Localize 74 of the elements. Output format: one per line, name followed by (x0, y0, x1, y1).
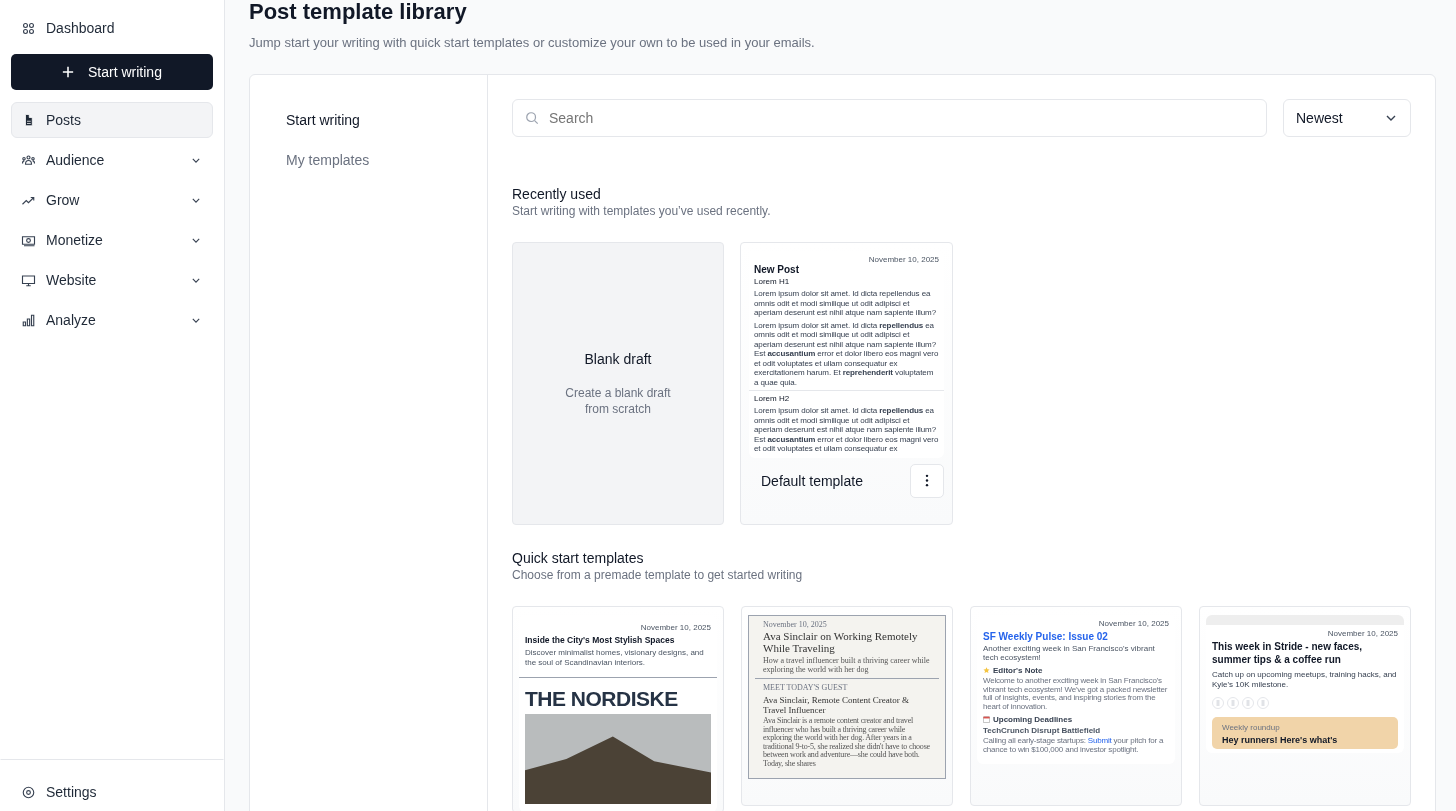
grid-icon (21, 20, 36, 36)
plus-icon (62, 66, 75, 78)
social-icon (1242, 697, 1254, 709)
preview-heading: Lorem H1 (754, 277, 791, 286)
preview-heading: Hey runners! Here's what's (1222, 735, 1339, 745)
preview-subtitle: Catch up on upcoming meetups, training hacks, and Kyle's 10K milestone. (1212, 670, 1398, 689)
preview-date: November 10, 2025 (867, 255, 939, 264)
chevron-icon (1386, 115, 1396, 121)
preview-paragraph: Ava Sinclair is a remote content creator and travel influencer who has built a thriving career while exploring the world with her dog. After years in a traditional 9-to-5, she realized she didn't have to choose between work and adventure—she could have both. Today, she shares (762, 717, 931, 768)
section-description: Choose from a premade template to get started writing (512, 568, 804, 582)
preview-title: New Post (754, 264, 800, 275)
star-icon (983, 667, 990, 674)
settings-icon (21, 784, 36, 800)
settings-link[interactable]: Settings (0, 759, 224, 811)
nav-item[interactable]: Monetize (11, 222, 213, 258)
preview-subtitle: Discover minimalist homes, visionary designs, and the soul of Scandinavian interiors. (525, 648, 705, 667)
preview-banner-title: THE NORDISKE (525, 686, 678, 712)
preview-paragraph: Welcome to another exciting week in San Francisco's vibrant tech ecosystem! We've got a packed newsletter full of insights, events, and inspiring stories from the heart of innovation. (983, 677, 1169, 711)
nav-item[interactable]: Analyze (11, 302, 213, 338)
monitor-icon (21, 272, 36, 288)
page-title: Post template library (249, 0, 468, 26)
blank-draft-description: Create a blank draft from scratch (564, 384, 672, 417)
preview-heading: Ava Sinclair, Remote Content Creator & Travel Influencer (762, 695, 910, 715)
search-icon (525, 111, 539, 125)
bar-chart-icon (21, 312, 36, 328)
preview-heading: Editor's Note (993, 666, 1043, 675)
start-writing-button[interactable]: Start writing (11, 54, 213, 90)
preview-title: Ava Sinclair on Working Remotely While Traveling (762, 630, 919, 654)
template-card[interactable] (740, 242, 953, 525)
nav-item[interactable]: Website (11, 262, 213, 298)
section-description: Start writing with templates you’ve used recently. (512, 204, 772, 218)
preview-paragraph: Lorem ipsum dolor sit amet. Id dicta repellendus ea omnis odit et modi similique ut odit adipisci et aperiam deserunt est nihil atque nam sapiente illum? Est accusantium error et dolor libero eos magni vero et odit voluptates et ullam consequatur ex exercitationem harum. Et reprehenderit voluptatem a quae quia. (754, 320, 939, 387)
template-card[interactable]: November 10, 2025 This week in Stride - new faces, summer tips & a coffee run Catch up on upcoming meetups, training hacks, and Kyle's 10K milestone. Weekly roundup Hey runners! Here's what's (1199, 606, 1411, 806)
tab[interactable]: Start writing (286, 111, 360, 129)
blank-draft-title: Blank draft (584, 350, 652, 367)
preview-label: Weekly roundup (1222, 723, 1281, 732)
tab[interactable]: My templates (286, 151, 370, 169)
nav-item[interactable]: Grow (11, 182, 213, 218)
search-field[interactable]: Search (512, 99, 1267, 137)
template-card[interactable] (970, 606, 1182, 806)
preview-title: This week in Stride - new faces, summer tips & a coffee run (1212, 641, 1364, 666)
preview-paragraph: Lorem ipsum dolor sit amet. Id dicta repellendus ea omnis odit et modi similique ut odit adipisci et aperiam deserunt est nihil atque nam sapiente illum? (754, 289, 938, 318)
nav-item[interactable]: Posts (11, 102, 213, 138)
people-icon (21, 152, 36, 168)
preview-date: November 10, 2025 (639, 623, 711, 632)
social-icon (1212, 697, 1224, 709)
page-subtitle: Jump start your writing with quick start templates or customize your own to be used in your emails. (249, 35, 816, 50)
preview-subtitle: How a travel influencer built a thriving career while exploring the world with her dog (762, 656, 931, 674)
nav-item[interactable]: Audience (11, 142, 213, 178)
blank-draft-card[interactable]: Blank draft Create a blank draft from scratch (512, 242, 724, 525)
section-title: Recently used (512, 185, 602, 203)
template-card[interactable]: November 10, 2025 Inside the City's Most Stylish Spaces Discover minimalist homes, visionary designs, and the soul of Scandinavian interiors. THE NORDISKE (512, 606, 724, 811)
social-icon (1227, 697, 1239, 709)
preview-title: SF Weekly Pulse: Issue 02 (983, 631, 1109, 642)
calendar-icon (983, 716, 990, 723)
preview-title: Inside the City's Most Stylish Spaces (525, 635, 676, 645)
preview-paragraph: Lorem ipsum dolor sit amet. Id dicta repellendus ea omnis odit et modi similique ut odit adipisci et aperiam deserunt est nihil atque nam sapiente illum? Est accusantium error et dolor libero eos magni vero et odit voluptates et ullam consequatur ex (754, 406, 939, 454)
preview-link[interactable]: Submit (1087, 736, 1112, 745)
preview-label: MEET TODAY'S GUEST (762, 683, 849, 692)
preview-heading: Lorem H2 (754, 394, 791, 403)
dashboard-link[interactable]: Dashboard (11, 10, 213, 46)
social-icon (1257, 697, 1269, 709)
section-title: Quick start templates (512, 549, 645, 567)
preview-heading: TechCrunch Disrupt Battlefield (983, 726, 1102, 735)
preview-date: November 10, 2025 (1097, 619, 1169, 628)
preview-paragraph: Calling all early-stage startups: Submit your pitch for a chance to win $100,000 and investor spotlight. (983, 737, 1165, 754)
preview-heading: Upcoming Deadlines (993, 715, 1073, 724)
template-card[interactable] (741, 606, 953, 806)
template-name: Default template (761, 472, 863, 489)
preview-date: November 10, 2025 (762, 620, 828, 629)
preview-date: November 10, 2025 (1326, 629, 1398, 638)
preview-subtitle: Another exciting week in San Francisco's vibrant tech ecosystem! (983, 644, 1156, 662)
sort-dropdown[interactable]: Newest (1283, 99, 1411, 137)
more-icon (925, 474, 929, 487)
